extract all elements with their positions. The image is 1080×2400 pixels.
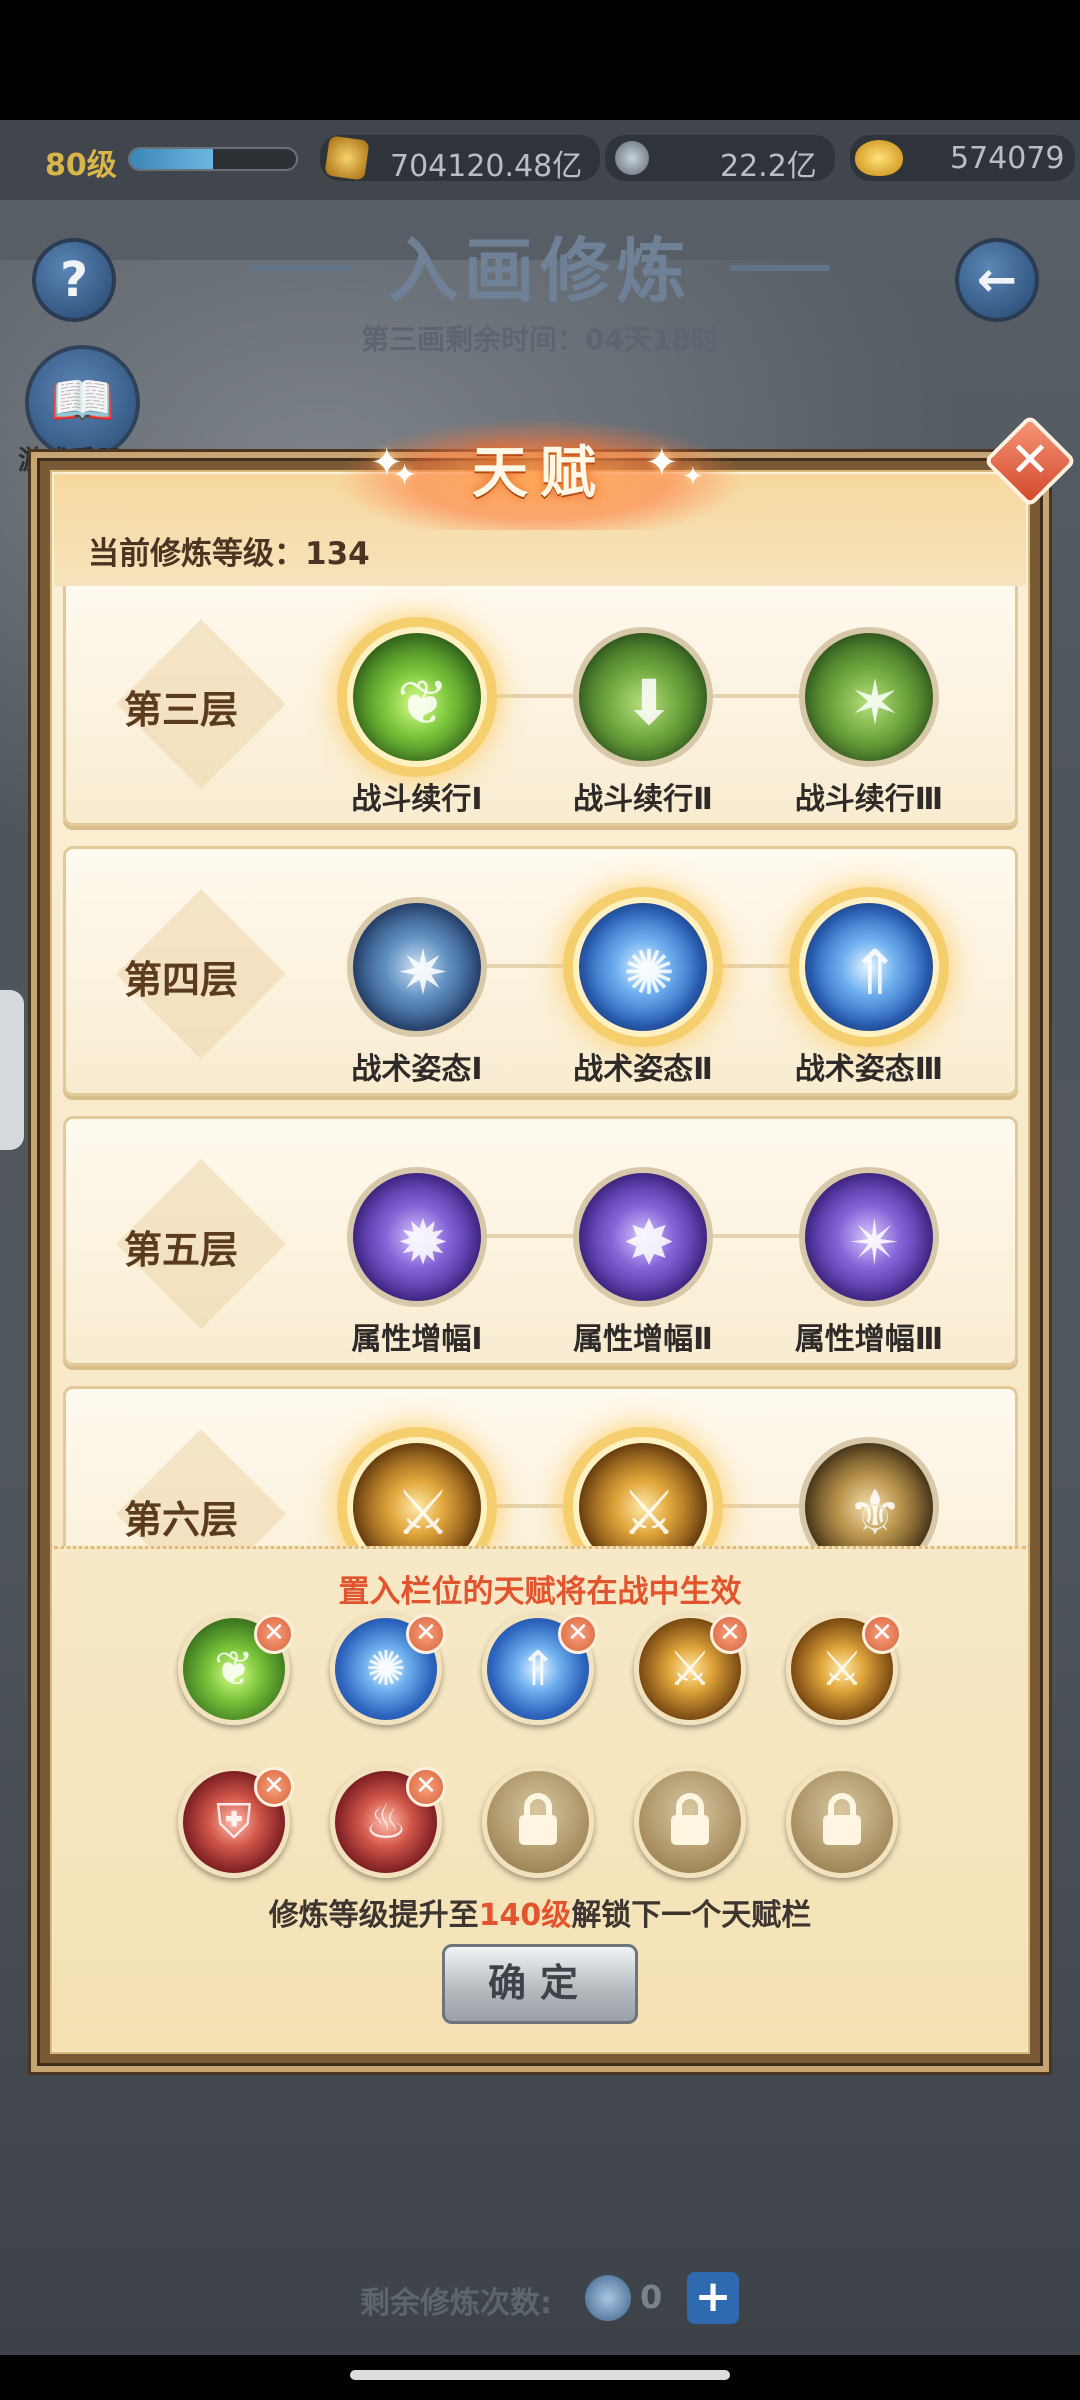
close-icon[interactable]: ✕ — [997, 428, 1063, 494]
power-icon — [324, 135, 370, 181]
unlock-prefix: 修炼等级提升至 — [268, 1898, 479, 1933]
remove-talent-button[interactable]: ✕ — [862, 1614, 902, 1654]
lock-icon — [823, 1815, 861, 1845]
status-bar — [0, 0, 1080, 120]
talent-name: 属性增幅Ⅱ — [573, 1322, 713, 1357]
remove-talent-button[interactable]: ✕ — [406, 1614, 446, 1654]
cultivation-token-icon — [585, 2275, 631, 2321]
exp-bar — [128, 147, 298, 171]
locked-talent-slot[interactable] — [634, 1766, 746, 1878]
help-button[interactable]: ? — [32, 238, 116, 322]
back-button[interactable]: ← — [955, 238, 1039, 322]
talent-node[interactable]: ⚜ — [799, 1437, 939, 1546]
triple-arrow-icon: ⇑ — [849, 936, 901, 1009]
talent-name: 属性增幅Ⅲ — [794, 1322, 944, 1357]
flame-spikes-icon: ✹ — [397, 1206, 449, 1279]
side-drawer-handle[interactable] — [0, 990, 24, 1150]
confirm-button[interactable]: 确定 — [442, 1944, 638, 2024]
remove-talent-button[interactable]: ✕ — [406, 1767, 446, 1807]
gold-value: 574079 — [950, 141, 1065, 176]
remaining-label: 剩余修炼次数: — [360, 2286, 552, 2321]
tier-label: 第四层 — [123, 958, 238, 1002]
sword-swirl-icon: ⚔ — [395, 1476, 451, 1546]
talent-name: 战斗续行Ⅰ — [351, 782, 483, 817]
modal-title: 天赋 — [472, 441, 608, 506]
talent-node[interactable]: ✹ — [347, 1167, 487, 1307]
title-ornament-right — [730, 265, 830, 271]
tier-label: 第三层 — [123, 688, 238, 732]
lock-icon — [671, 1815, 709, 1845]
claw-burst-icon: ✸ — [623, 1206, 675, 1279]
talent-node[interactable]: ✸ — [573, 1167, 713, 1307]
remaining-count: 0 — [640, 2278, 663, 2316]
tier-row: 第五层 ✹ ✸ ✴ 属性增幅Ⅰ 属性增幅Ⅱ 属性增幅Ⅲ — [63, 1116, 1018, 1366]
talent-name: 战斗续行Ⅱ — [573, 782, 713, 817]
title-ornament-left — [250, 265, 350, 271]
exp-bar-fill — [130, 149, 213, 169]
talent-node[interactable]: ✷ — [347, 897, 487, 1037]
talent-node[interactable]: ✴ — [799, 1167, 939, 1307]
slash-burst-icon: ✴ — [849, 1206, 901, 1279]
book-icon: 📖 — [50, 371, 115, 431]
locked-talent-slot[interactable] — [786, 1766, 898, 1878]
locked-talent-slot[interactable] — [482, 1766, 594, 1878]
shard-burst-icon: ✷ — [397, 936, 449, 1009]
talent-node[interactable]: ⚔ — [573, 1437, 713, 1546]
unlock-suffix: 解锁下一个天赋栏 — [571, 1898, 812, 1933]
sparkle-icon: ✦ — [392, 458, 418, 493]
talent-node[interactable]: ⇑ — [799, 897, 939, 1037]
remove-talent-button[interactable]: ✕ — [254, 1614, 294, 1654]
tier-row: 第四层 ✷ ✺ ⇑ 战术姿态Ⅰ 战术姿态Ⅱ 战术姿态Ⅲ — [63, 846, 1018, 1096]
tier-list[interactable]: 第三层 ❦ ⬇ ✶ 战斗续行Ⅰ 战斗续行Ⅱ 战斗续行Ⅲ 第四层 ✷ ✺ ⇑ 战术… — [54, 586, 1026, 1546]
talent-node[interactable]: ✺ — [573, 897, 713, 1037]
sword-wings-icon: ⚜ — [847, 1476, 903, 1546]
unlock-hint: 修炼等级提升至140级解锁下一个天赋栏 — [54, 1890, 1026, 1934]
talent-name: 属性增幅Ⅰ — [351, 1322, 483, 1357]
talent-name: 战术姿态Ⅰ — [351, 1052, 483, 1087]
tier-label: 第五层 — [123, 1228, 238, 1272]
remove-talent-button[interactable]: ✕ — [558, 1614, 598, 1654]
remove-talent-button[interactable]: ✕ — [710, 1614, 750, 1654]
talent-name: 战术姿态Ⅱ — [573, 1052, 713, 1087]
power-value: 704120.48亿 — [390, 149, 583, 184]
add-attempts-button[interactable]: + — [687, 2272, 739, 2324]
arrow-back-icon: ← — [976, 252, 1018, 308]
talent-node[interactable]: ✶ — [799, 627, 939, 767]
current-level: 当前修炼等级：134 — [88, 536, 370, 572]
talent-node[interactable]: ⬇ — [573, 627, 713, 767]
tier-row: 第六层 ⚔ ⚔ ⚜ — [63, 1386, 1018, 1546]
tier-label: 第六层 — [123, 1498, 238, 1542]
gold-ingot-icon — [855, 140, 903, 176]
talent-node[interactable]: ⚔ — [347, 1437, 487, 1546]
unlock-level: 140级 — [478, 1898, 572, 1933]
leaf-arrow-icon: ⬇ — [623, 666, 675, 739]
remaining-time: 第三画剩余时间：04天18时 — [361, 323, 719, 356]
page-title: 入画修炼 — [388, 230, 692, 312]
leaf-spikes-icon: ✶ — [849, 666, 901, 739]
sparkle-icon: ✦ — [682, 462, 704, 492]
talent-name: 战术姿态Ⅲ — [794, 1052, 944, 1087]
question-icon: ? — [60, 252, 88, 308]
coin-value: 22.2亿 — [720, 149, 817, 184]
player-level: 80级 — [45, 148, 117, 183]
leaf-burst-icon: ❦ — [397, 666, 449, 739]
home-indicator[interactable] — [350, 2370, 730, 2380]
talent-node[interactable]: ❦ — [347, 627, 487, 767]
talent-name: 战斗续行Ⅲ — [794, 782, 944, 817]
lock-icon — [519, 1815, 557, 1845]
sword-strike-icon: ⚔ — [621, 1476, 677, 1546]
coin-icon — [612, 138, 652, 178]
sparkle-icon: ✦ — [645, 440, 679, 486]
tier-row: 第三层 ❦ ⬇ ✶ 战斗续行Ⅰ 战斗续行Ⅱ 战斗续行Ⅲ — [63, 586, 1018, 826]
vortex-icon: ✺ — [623, 936, 675, 1009]
slot-hint: 置入栏位的天赋将在战中生效 — [338, 1574, 742, 1610]
remove-talent-button[interactable]: ✕ — [254, 1767, 294, 1807]
